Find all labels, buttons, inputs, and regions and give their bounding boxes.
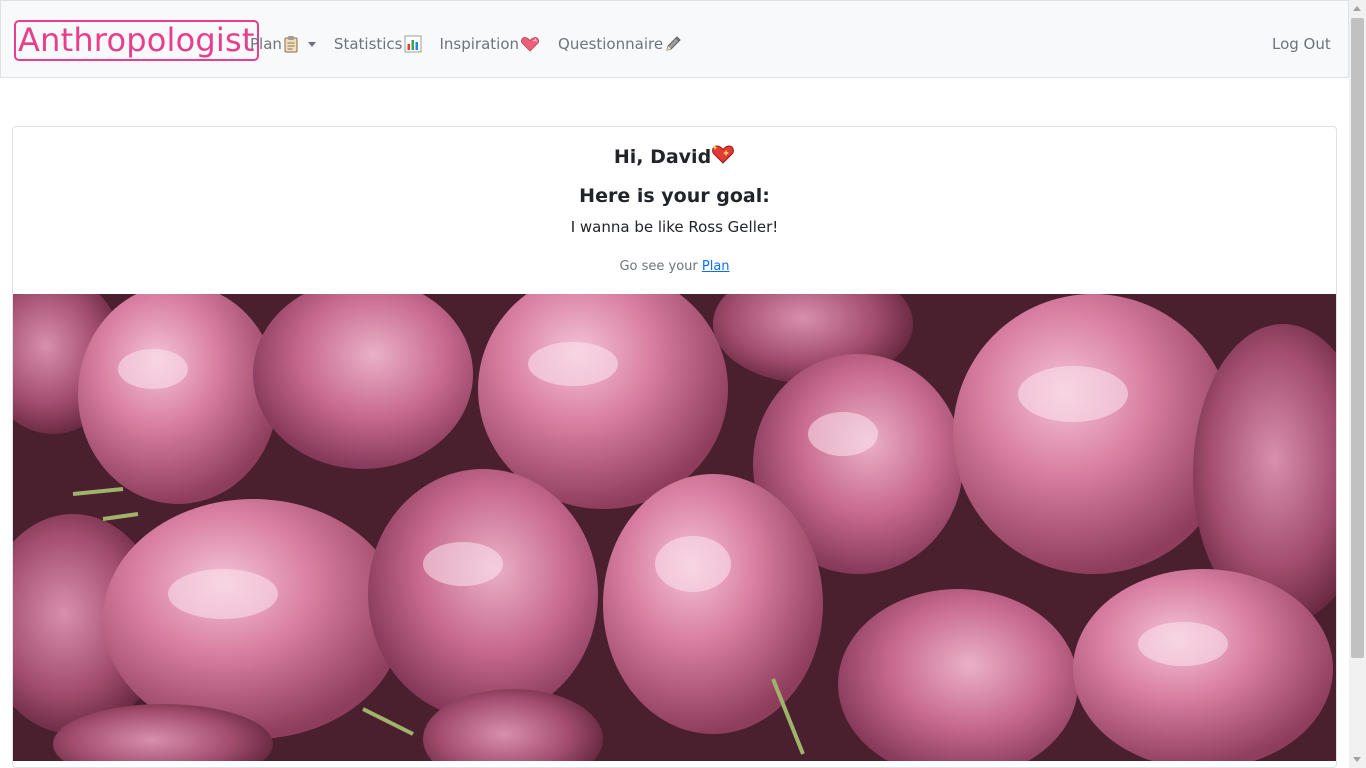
sparkling-heart-icon	[711, 143, 735, 172]
brand-logo[interactable]: Anthropologist	[14, 20, 259, 61]
nav-item-inspiration-label: Inspiration	[439, 35, 520, 53]
tulip-blooms	[13, 264, 1336, 767]
goal-card: Hi, David Here is your goal: I wanna be …	[12, 126, 1337, 768]
go-see-plan: Go see your Plan	[13, 258, 1336, 276]
tulips-photo-drawing	[13, 264, 1336, 767]
nav-item-plan-label: Plan	[250, 35, 282, 53]
pencil-icon	[664, 35, 682, 53]
logout-link[interactable]: Log Out	[1272, 33, 1331, 55]
scroll-down-arrow-icon[interactable]	[1353, 757, 1361, 762]
goal-text: I wanna be like Ross Geller!	[570, 218, 779, 236]
nav-item-questionnaire-label: Questionnaire	[558, 35, 664, 53]
nav-item-statistics[interactable]: Statistics	[334, 33, 422, 55]
greeting-text: Hi, David	[613, 146, 712, 168]
nav-item-statistics-label: Statistics	[333, 35, 403, 53]
plan-link[interactable]: Plan	[702, 259, 730, 274]
scroll-thumb[interactable]	[1351, 18, 1364, 658]
nav-item-questionnaire[interactable]: Questionnaire	[558, 33, 682, 55]
chevron-down-icon[interactable]	[307, 41, 316, 47]
go-see-prefix: Go see your	[619, 259, 698, 274]
nav-item-plan[interactable]: Plan	[250, 33, 316, 55]
nav-links: Plan Statistics Inspiration Questionnair…	[250, 33, 700, 55]
bar-chart-icon	[404, 35, 422, 53]
clipboard-icon	[283, 35, 299, 53]
greeting-heading: Hi, David	[13, 143, 1336, 172]
tulips-photo	[13, 264, 1336, 767]
heart-icon	[520, 36, 540, 52]
scroll-up-arrow-icon[interactable]	[1353, 6, 1361, 11]
page-scrollbar[interactable]	[1349, 0, 1366, 768]
nav-item-inspiration[interactable]: Inspiration	[440, 33, 541, 55]
navbar: Anthropologist Plan Statistics Inspirati…	[0, 0, 1349, 78]
goal-heading: Here is your goal:	[579, 185, 770, 207]
